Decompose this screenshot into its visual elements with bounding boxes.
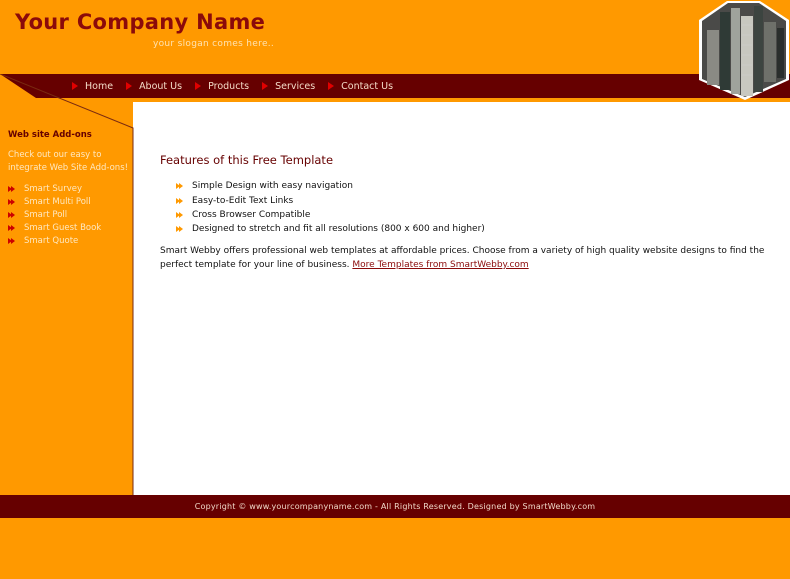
- page-title: Features of this Free Template: [160, 153, 334, 167]
- feature-item: Designed to stretch and fit all resoluti…: [176, 222, 485, 236]
- company-name: Your Company Name: [15, 10, 266, 34]
- features-list: Simple Design with easy navigation Easy-…: [176, 179, 485, 237]
- nav-services[interactable]: Services: [262, 81, 315, 92]
- sidebar-item-smart-multi-poll[interactable]: Smart Multi Poll: [8, 195, 101, 208]
- copyright-text: Copyright © www.yourcompanyname.com - Al…: [194, 502, 596, 511]
- arrow-right-icon: [126, 82, 133, 90]
- feature-text: Simple Design with easy navigation: [192, 181, 353, 192]
- double-arrow-icon: [176, 183, 184, 190]
- double-arrow-icon: [8, 238, 16, 245]
- feature-item: Easy-to-Edit Text Links: [176, 193, 485, 207]
- sidebar-item-label: Smart Multi Poll: [24, 196, 91, 207]
- double-arrow-icon: [8, 185, 16, 192]
- intro-paragraph: Smart Webby offers professional web temp…: [160, 244, 770, 272]
- nav-label: Home: [85, 80, 114, 92]
- feature-item: Cross Browser Compatible: [176, 208, 485, 222]
- nav-home[interactable]: Home: [72, 81, 113, 92]
- nav-label: About Us: [139, 80, 183, 92]
- sidebar-item-smart-guest-book[interactable]: Smart Guest Book: [8, 222, 101, 235]
- sidebar: Web site Add-ons Check out our easy to i…: [0, 102, 133, 495]
- arrow-right-icon: [262, 82, 269, 90]
- arrow-right-icon: [328, 82, 335, 90]
- sidebar-intro: Check out our easy to integrate Web Site…: [8, 150, 129, 173]
- nav-products[interactable]: Products: [195, 81, 249, 92]
- sidebar-item-label: Smart Survey: [24, 183, 82, 194]
- feature-item: Simple Design with easy navigation: [176, 179, 485, 193]
- more-templates-link[interactable]: More Templates from SmartWebby.com: [352, 260, 528, 270]
- nav-label: Products: [208, 80, 250, 92]
- header: Your Company Name your slogan comes here…: [0, 0, 790, 74]
- sidebar-item-smart-poll[interactable]: Smart Poll: [8, 208, 101, 221]
- double-arrow-icon: [176, 226, 184, 233]
- sidebar-item-smart-survey[interactable]: Smart Survey: [8, 182, 101, 195]
- double-arrow-icon: [176, 211, 184, 218]
- slogan: your slogan comes here..: [153, 39, 275, 49]
- double-arrow-icon: [8, 211, 16, 218]
- feature-text: Cross Browser Compatible: [192, 209, 311, 220]
- building-image: [699, 1, 789, 100]
- sidebar-title: Web site Add-ons: [8, 130, 92, 140]
- arrow-right-icon: [72, 82, 78, 90]
- main-nav: Home About Us Products Services Contact …: [72, 74, 406, 98]
- double-arrow-icon: [8, 198, 16, 205]
- arrow-right-icon: [195, 82, 202, 90]
- double-arrow-icon: [8, 225, 16, 232]
- nav-about-us[interactable]: About Us: [126, 81, 182, 92]
- sidebar-item-smart-quote[interactable]: Smart Quote: [8, 235, 101, 248]
- nav-label: Contact Us: [341, 80, 394, 92]
- nav-label: Services: [275, 80, 316, 92]
- feature-text: Easy-to-Edit Text Links: [192, 195, 294, 206]
- sidebar-item-label: Smart Poll: [24, 209, 68, 220]
- nav-contact-us[interactable]: Contact Us: [328, 81, 393, 92]
- sidebar-item-label: Smart Guest Book: [24, 223, 102, 234]
- sidebar-item-label: Smart Quote: [24, 236, 79, 247]
- double-arrow-icon: [176, 197, 184, 204]
- sidebar-addon-list: Smart Survey Smart Multi Poll Smart Poll…: [8, 182, 101, 248]
- feature-text: Designed to stretch and fit all resoluti…: [192, 224, 485, 235]
